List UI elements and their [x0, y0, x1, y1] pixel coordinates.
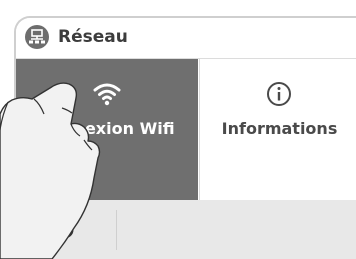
toolbar-divider — [116, 210, 117, 250]
wifi-connection-tile[interactable]: Connexion Wifi — [16, 59, 198, 200]
network-menu-screen: Réseau Connexion Wifi Informations — [14, 16, 356, 259]
back-arrow-icon — [41, 215, 74, 239]
device-screen-photo: Réseau Connexion Wifi Informations — [0, 0, 356, 259]
back-button[interactable] — [28, 210, 88, 250]
wifi-icon — [90, 77, 124, 111]
page-title: Réseau — [58, 27, 128, 47]
informations-label: Informations — [221, 119, 338, 138]
bottom-toolbar — [16, 200, 356, 259]
wifi-connection-label: Connexion Wifi — [39, 119, 175, 138]
screen-header: Réseau — [16, 18, 356, 59]
network-icon — [25, 25, 49, 49]
info-icon — [262, 77, 296, 111]
informations-tile[interactable]: Informations — [199, 59, 356, 200]
